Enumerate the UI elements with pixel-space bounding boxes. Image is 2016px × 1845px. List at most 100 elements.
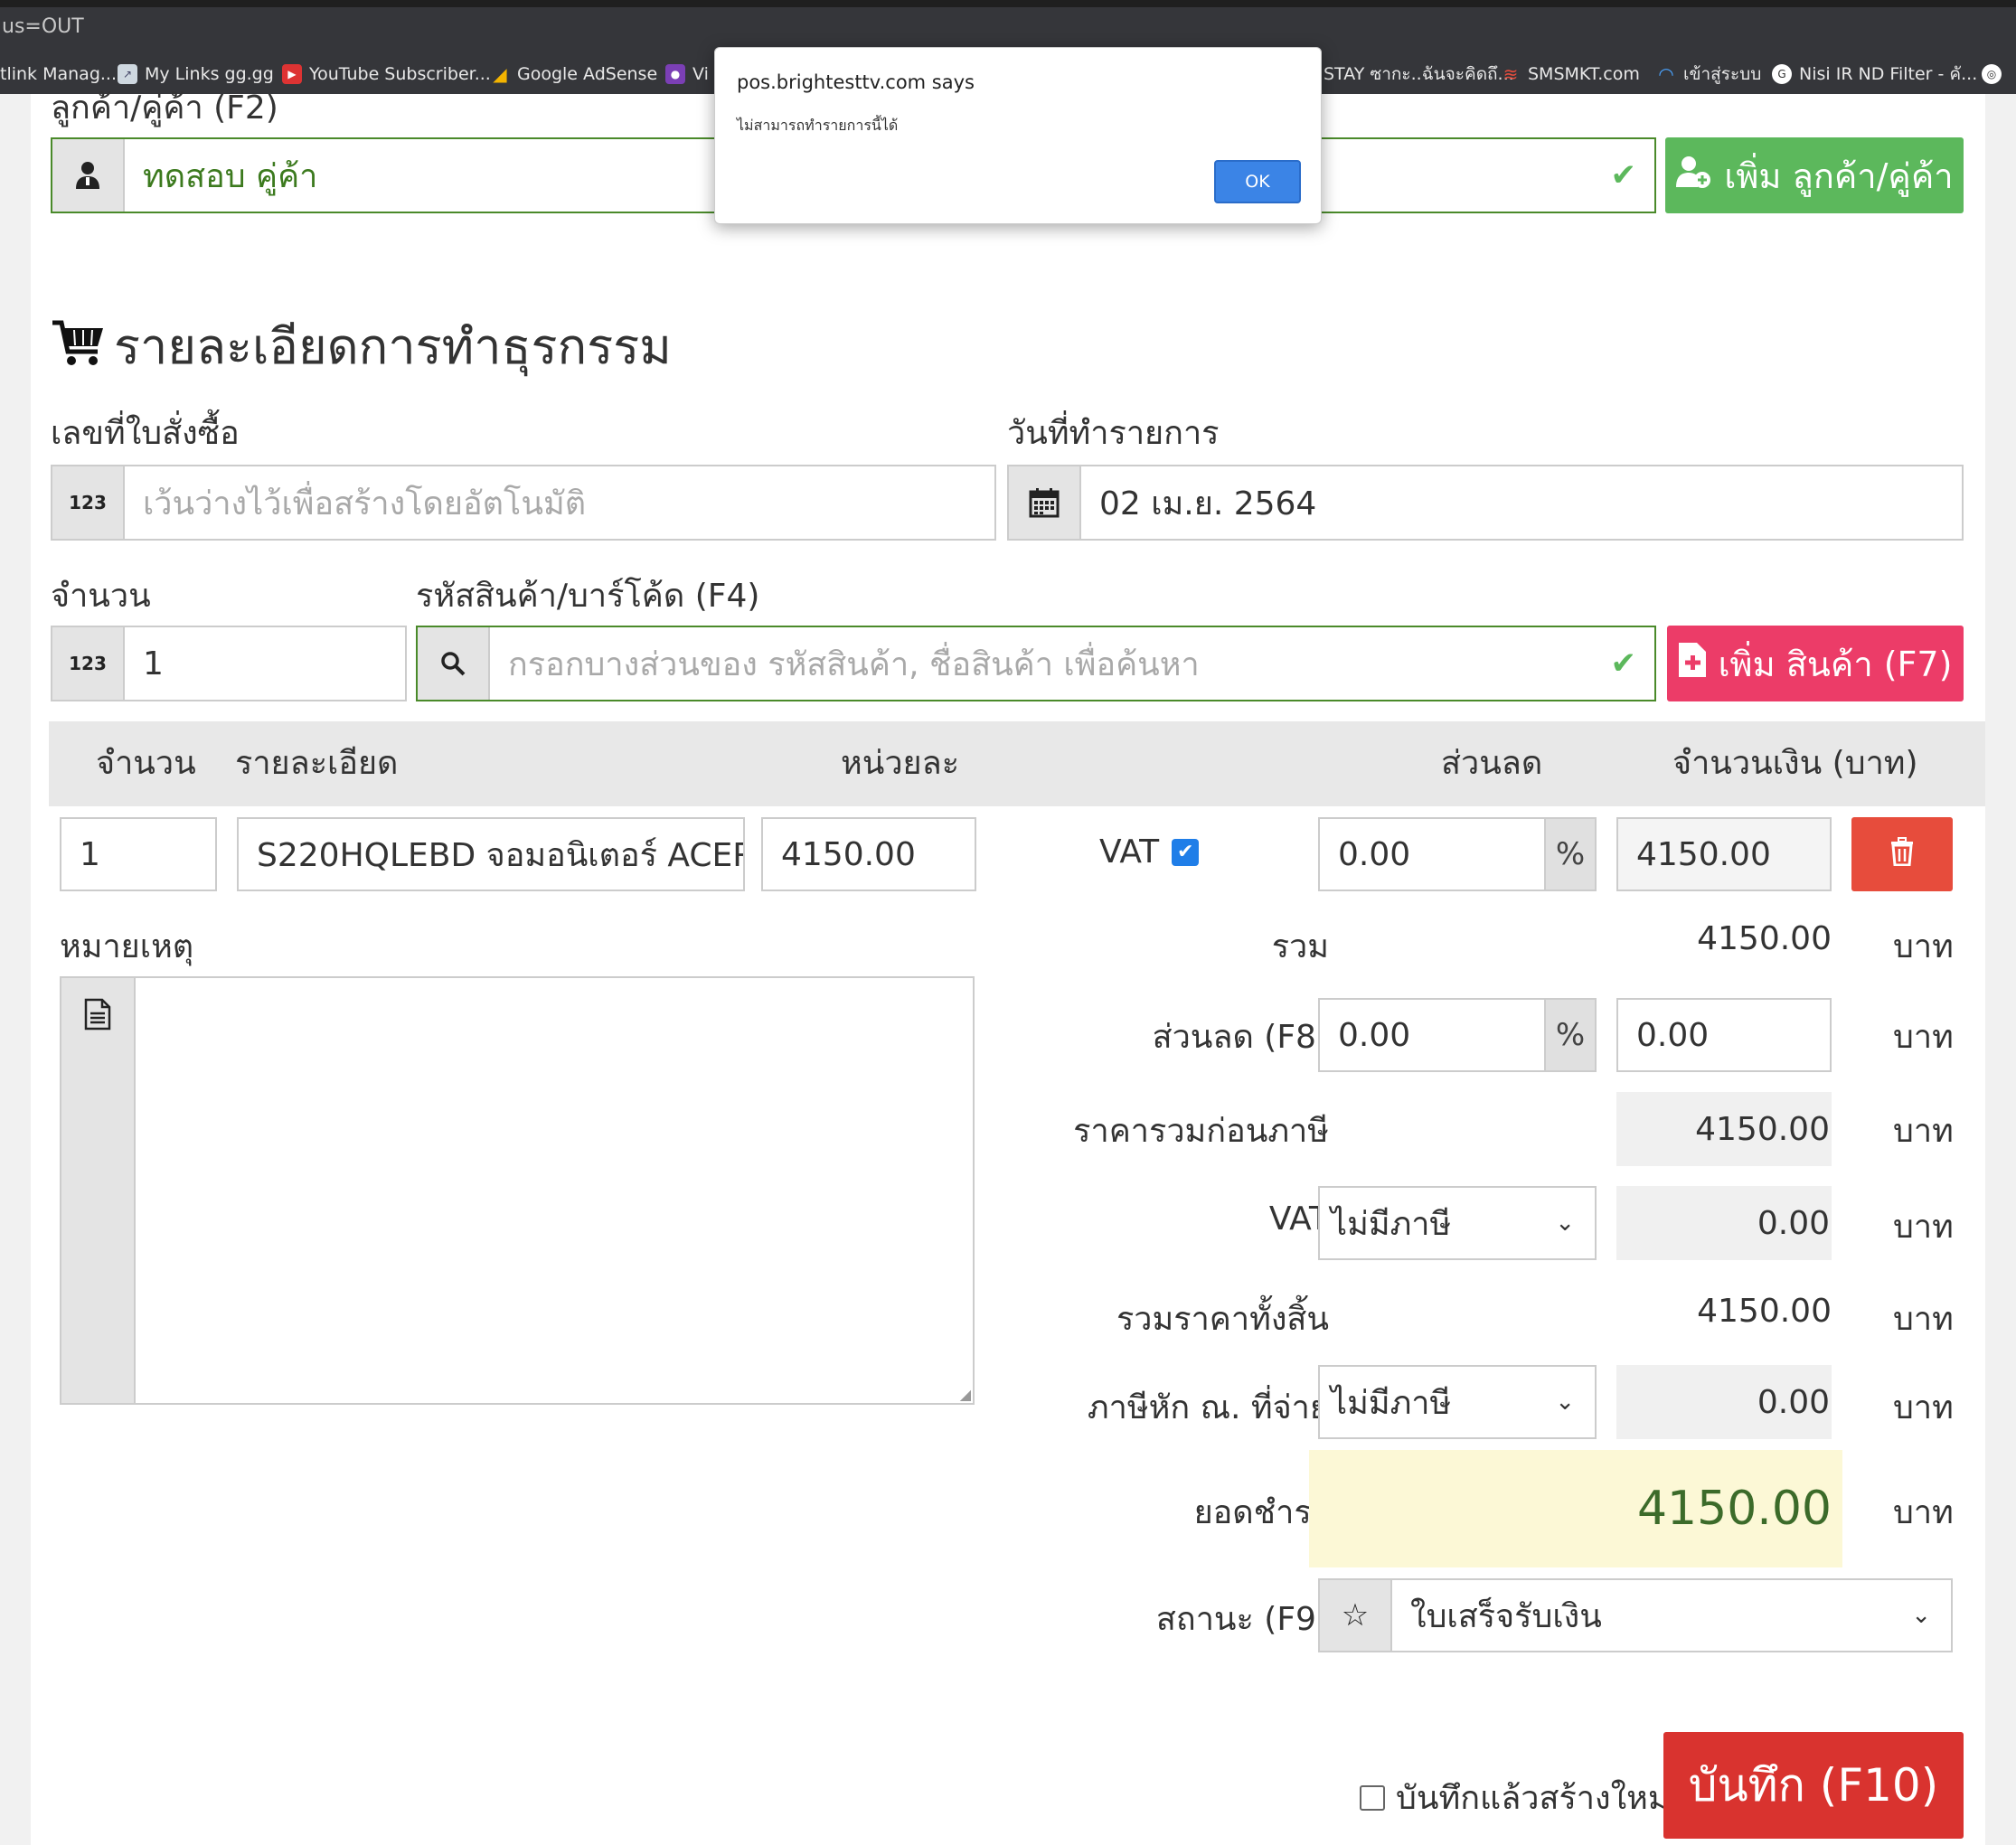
vat-select[interactable]: ไม่มีภาษี ⌄ bbox=[1318, 1186, 1597, 1260]
quantity-input[interactable]: 1 bbox=[125, 627, 405, 700]
pos-form: ลูกค้า/คู่ค้า (F2) ทดสอบ คู่ค้า ✔ เพิ่ม … bbox=[31, 89, 1985, 1845]
youtube-icon: ▶ bbox=[282, 64, 302, 84]
pre-tax-label: ราคารวมก่อนภาษี bbox=[1073, 1113, 1329, 1150]
add-product-button[interactable]: เพิ่ม สินค้า (F7) bbox=[1667, 626, 1964, 701]
currency-label: บาท bbox=[1893, 1209, 1954, 1246]
vat-label: VAT bbox=[1268, 1200, 1329, 1238]
items-table-header: จำนวน รายละเอียด หน่วยละ ส่วนลด จำนวนเงิ… bbox=[49, 721, 1985, 806]
currency-label: บาท bbox=[1893, 1389, 1954, 1426]
col-unit-header: หน่วยละ bbox=[841, 745, 960, 782]
globe-icon: ◎ bbox=[1982, 64, 2002, 84]
order-number-group[interactable]: 123 เว้นว่างไว้เพื่อสร้างโดยอัตโนมัติ bbox=[51, 465, 996, 541]
customer-label: ลูกค้า/คู่ค้า (F2) bbox=[51, 89, 278, 127]
row-unit-price-input[interactable]: 4150.00 bbox=[761, 817, 976, 891]
add-file-icon bbox=[1678, 642, 1706, 685]
status-label: สถานะ (F9) bbox=[1155, 1601, 1329, 1638]
currency-label: บาท bbox=[1893, 1494, 1954, 1531]
note-textarea[interactable]: ◢ bbox=[136, 978, 973, 1403]
cart-icon bbox=[51, 319, 105, 373]
date-input[interactable]: 02 เม.ย. 2564 bbox=[1081, 466, 1962, 539]
save-button[interactable]: บันทึก (F10) bbox=[1663, 1732, 1964, 1839]
withholding-tax-select[interactable]: ไม่มีภาษี ⌄ bbox=[1318, 1365, 1597, 1439]
calendar-icon bbox=[1009, 466, 1081, 539]
status-select-group[interactable]: ☆ ใบเสร็จรับเงิน ⌄ bbox=[1318, 1578, 1953, 1652]
currency-label: บาท bbox=[1893, 1113, 1954, 1150]
browser-tabstrip bbox=[0, 0, 2016, 7]
row-discount-input[interactable]: 0.00 bbox=[1318, 817, 1546, 891]
rss-icon: ≋ bbox=[1503, 63, 1519, 85]
quantity-label: จำนวน bbox=[51, 578, 151, 615]
bookmark-item[interactable]: ▶ YouTube Subscriber... bbox=[282, 54, 491, 94]
browser-address-bar[interactable]: us=OUT bbox=[0, 0, 2016, 54]
search-icon bbox=[418, 627, 490, 700]
vat-amount-value: 0.00 bbox=[1616, 1186, 1832, 1260]
col-discount-header: ส่วนลด bbox=[1441, 745, 1543, 782]
quantity-group[interactable]: 123 1 bbox=[51, 626, 407, 701]
discount-label: ส่วนลด (F8) bbox=[1152, 1019, 1329, 1056]
save-and-new-option[interactable]: บันทึกแล้วสร้างใหม่ bbox=[1360, 1772, 1670, 1823]
status-select[interactable]: ใบเสร็จรับเงิน ⌄ bbox=[1392, 1580, 1951, 1651]
order-number-input[interactable]: เว้นว่างไว้เพื่อสร้างโดยอัตโนมัติ bbox=[125, 466, 994, 539]
add-user-icon bbox=[1675, 155, 1711, 197]
col-desc-header: รายละเอียด bbox=[235, 745, 399, 782]
delete-row-button[interactable] bbox=[1851, 817, 1953, 891]
currency-label: บาท bbox=[1893, 1301, 1954, 1338]
note-label: หมายเหตุ bbox=[60, 928, 194, 965]
document-icon bbox=[61, 978, 136, 1403]
pre-tax-value: 4150.00 bbox=[1616, 1092, 1832, 1166]
valid-check-icon: ✔ bbox=[1610, 645, 1637, 682]
section-title: รายละเอียดการทำธุรกรรม bbox=[114, 318, 672, 375]
payable-amount: 4150.00 bbox=[1309, 1450, 1842, 1567]
dialog-title: pos.brightesttv.com says bbox=[737, 71, 975, 93]
row-qty-input[interactable]: 1 bbox=[60, 817, 217, 891]
date-group[interactable]: 02 เม.ย. 2564 bbox=[1007, 465, 1964, 541]
order-number-label: เลขที่ใบสั่งซื้อ bbox=[51, 415, 240, 452]
percent-addon: % bbox=[1546, 817, 1597, 891]
percent-addon: % bbox=[1546, 998, 1597, 1072]
bookmark-item[interactable]: G Nisi IR ND Filter - คั... bbox=[1772, 54, 1977, 94]
subtotal-label: รวม bbox=[1271, 928, 1329, 965]
vat-checkbox[interactable]: ✔ bbox=[1172, 838, 1200, 866]
bookmark-item[interactable]: ● Vi bbox=[665, 54, 709, 94]
section-header: รายละเอียดการทำธุรกรรม bbox=[51, 307, 672, 385]
google-icon: G bbox=[1772, 64, 1792, 84]
product-search-input[interactable]: กรอกบางส่วนของ รหัสสินค้า, ชื่อสินค้า เพ… bbox=[490, 627, 1654, 700]
dialog-ok-button[interactable]: OK bbox=[1214, 160, 1301, 203]
total-label: รวมราคาทั้งสิ้น bbox=[1116, 1301, 1329, 1338]
chevron-down-icon: ⌄ bbox=[1911, 1602, 1931, 1629]
number-icon: 123 bbox=[52, 627, 125, 700]
currency-label: บาท bbox=[1893, 928, 1954, 965]
app-icon: ● bbox=[665, 64, 685, 84]
chevron-down-icon: ⌄ bbox=[1555, 1388, 1575, 1416]
row-vat: VAT ✔ bbox=[1099, 833, 1200, 871]
bookmark-item[interactable]: ◠ เข้าสู่ระบบ bbox=[1656, 54, 1761, 94]
add-customer-button[interactable]: เพิ่ม ลูกค้า/คู่ค้า bbox=[1665, 137, 1964, 213]
currency-label: บาท bbox=[1893, 1019, 1954, 1056]
number-icon: 123 bbox=[52, 466, 125, 539]
row-desc-input[interactable]: S220HQLEBD จอมอนิเตอร์ ACER 2 bbox=[237, 817, 745, 891]
bookmark-item[interactable]: STAY ซากะ..ฉันจะคิดถึ... bbox=[1324, 54, 1514, 94]
valid-check-icon: ✔ bbox=[1610, 157, 1637, 193]
chevron-down-icon: ⌄ bbox=[1555, 1210, 1575, 1237]
note-textarea-group[interactable]: ◢ bbox=[60, 976, 975, 1405]
trash-icon bbox=[1889, 834, 1915, 874]
withholding-tax-label: ภาษีหัก ณ. ที่จ่าย bbox=[1087, 1389, 1329, 1426]
product-search-group[interactable]: กรอกบางส่วนของ รหัสสินค้า, ชื่อสินค้า เพ… bbox=[416, 626, 1656, 701]
discount-amount-input[interactable]: 0.00 bbox=[1616, 998, 1832, 1072]
star-icon: ☆ bbox=[1320, 1580, 1392, 1651]
date-label: วันที่ทำรายการ bbox=[1007, 415, 1220, 452]
discount-percent-input[interactable]: 0.00 bbox=[1318, 998, 1546, 1072]
wifi-icon: ◠ bbox=[1658, 63, 1674, 85]
bookmark-item[interactable]: ◎ bbox=[1982, 54, 2002, 94]
product-code-label: รหัสสินค้า/บาร์โค้ด (F4) bbox=[416, 578, 760, 615]
col-qty-header: จำนวน bbox=[96, 745, 196, 782]
bookmark-item[interactable]: ≋ SMSMKT.com bbox=[1501, 54, 1640, 94]
withholding-tax-value: 0.00 bbox=[1616, 1365, 1832, 1439]
adsense-icon: ◢ bbox=[493, 63, 507, 85]
dialog-message: ไม่สามารถทำรายการนี้ได้ bbox=[737, 117, 899, 134]
save-and-new-checkbox[interactable] bbox=[1360, 1784, 1385, 1811]
payable-label: ยอดชำระ bbox=[1193, 1494, 1329, 1531]
total-value: 4150.00 bbox=[1697, 1293, 1832, 1330]
bookmark-item[interactable]: ◢ Google AdSense bbox=[490, 54, 657, 94]
row-amount-input: 4150.00 bbox=[1616, 817, 1832, 891]
